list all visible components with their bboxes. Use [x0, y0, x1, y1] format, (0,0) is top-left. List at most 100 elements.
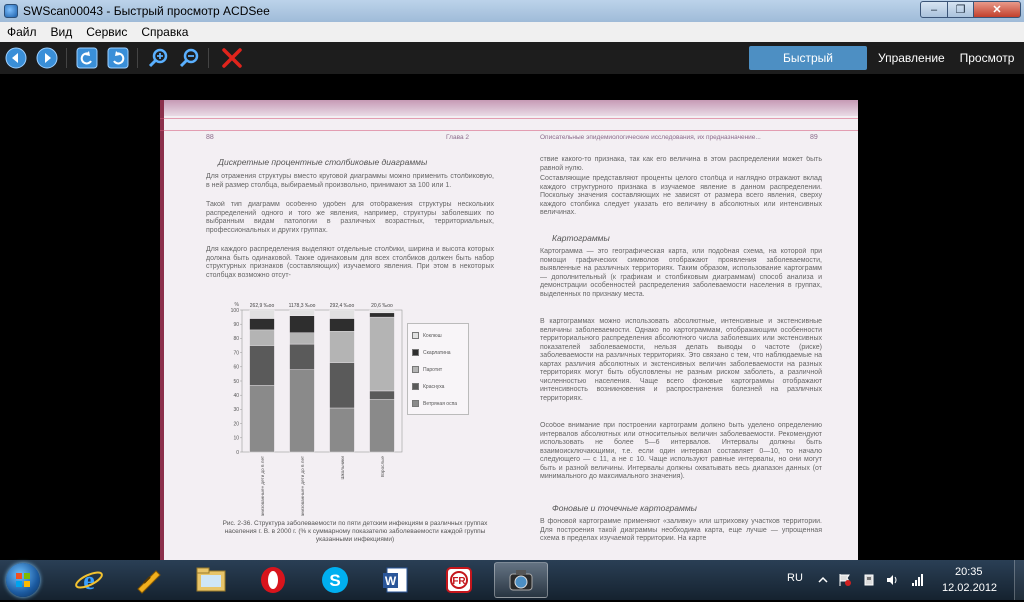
- bar-segment: [369, 399, 395, 453]
- scanned-image: 88 Глава 2 Дискретные процентные столбик…: [160, 100, 858, 560]
- left-paragraph: Для каждого распределения выделяют отдел…: [206, 246, 494, 279]
- language-indicator[interactable]: RU: [787, 572, 803, 584]
- zoom-in-icon[interactable]: [146, 46, 170, 70]
- y-tick-label: 30: [233, 407, 239, 413]
- legend-item: Ветряная оспа: [412, 400, 457, 407]
- volume-icon[interactable]: [885, 573, 899, 587]
- svg-text:W: W: [385, 574, 397, 588]
- clock-time[interactable]: 20:35: [955, 566, 983, 578]
- legend-swatch: [412, 383, 419, 390]
- bar-segment: [329, 407, 355, 453]
- menu-view[interactable]: Вид: [44, 22, 80, 42]
- minimize-button[interactable]: –: [920, 1, 948, 18]
- close-button[interactable]: ✕: [973, 1, 1021, 18]
- back-arrow-icon[interactable]: [4, 46, 28, 70]
- maximize-button[interactable]: ❐: [947, 1, 974, 18]
- bar-total-label: 262,9 ‰оо: [250, 303, 275, 309]
- legend-item: Паротит: [412, 366, 442, 373]
- y-tick-label: 100: [231, 308, 240, 314]
- tab-view[interactable]: Просмотр: [951, 46, 1023, 70]
- opera-icon[interactable]: [246, 562, 300, 598]
- y-tick-label: 50: [233, 379, 239, 385]
- right-paragraph: Картограмма — это географическая карта, …: [540, 248, 822, 298]
- rotate-right-icon[interactable]: [106, 46, 130, 70]
- toolbar-separator: [66, 48, 67, 68]
- bar-segment: [329, 309, 355, 319]
- bar-segment: [289, 369, 315, 453]
- bar-segment: [369, 316, 395, 392]
- scan-top-band: [160, 100, 858, 116]
- scan-artifact-line: [160, 130, 858, 131]
- window-title: SWScan00043 - Быстрый просмотр ACDSee: [23, 4, 270, 18]
- toolbar-separator: [208, 48, 209, 68]
- finereader-icon[interactable]: FR: [432, 562, 486, 598]
- file-explorer-icon[interactable]: [184, 562, 238, 598]
- menu-help[interactable]: Справка: [134, 22, 195, 42]
- title-bar: SWScan00043 - Быстрый просмотр ACDSee – …: [0, 0, 1024, 22]
- bar-segment: [329, 362, 355, 409]
- y-unit-label: %: [235, 302, 240, 308]
- start-button[interactable]: [3, 561, 43, 599]
- clock-date[interactable]: 12.02.2012: [942, 582, 997, 594]
- legend-label: Коклюш: [423, 332, 442, 339]
- acdsee-app-icon: [4, 4, 18, 18]
- bar-total-label: 292,4 ‰оо: [330, 303, 355, 309]
- svg-text:S: S: [329, 571, 340, 590]
- toolbar-separator: [137, 48, 138, 68]
- acdsee-taskbar-icon[interactable]: [494, 562, 548, 598]
- tab-quick-view[interactable]: Быстрый просмотр: [749, 46, 867, 89]
- left-paragraph: Для отражения структуры вместо круговой …: [206, 173, 494, 189]
- y-tick-label: 70: [233, 350, 239, 356]
- show-desktop-button[interactable]: [1014, 560, 1024, 600]
- legend-label: Ветряная оспа: [423, 400, 458, 407]
- internet-explorer-icon[interactable]: e: [62, 562, 116, 598]
- forward-arrow-icon[interactable]: [35, 46, 59, 70]
- image-viewer[interactable]: 88 Глава 2 Дискретные процентные столбик…: [0, 74, 1024, 560]
- rotate-left-icon[interactable]: [75, 46, 99, 70]
- bar-segment: [369, 390, 395, 400]
- y-tick-label: 80: [233, 336, 239, 342]
- legend-label: Краснуха: [423, 383, 445, 390]
- device-icon[interactable]: [862, 573, 876, 587]
- show-hidden-icons-icon[interactable]: [816, 573, 830, 587]
- network-icon[interactable]: [910, 573, 924, 587]
- legend-label: Скарлатина: [423, 349, 451, 356]
- right-running-head: Описательные эпидемиологические исследов…: [540, 134, 761, 141]
- figure-caption: Рис. 2-36. Структура заболеваемости по п…: [222, 520, 488, 543]
- bar-segment: [249, 329, 275, 346]
- right-page-number: 89: [810, 134, 818, 141]
- zoom-out-icon[interactable]: [177, 46, 201, 70]
- skype-icon[interactable]: S: [308, 562, 362, 598]
- bar-segment: [249, 345, 275, 386]
- menu-file[interactable]: Файл: [0, 22, 44, 42]
- action-center-flag-icon[interactable]: [838, 573, 852, 587]
- right-section-heading: Фоновые и точечные картограммы: [552, 503, 697, 513]
- bar-segment: [329, 318, 355, 332]
- left-running-head: Глава 2: [446, 134, 469, 141]
- word-icon[interactable]: W: [369, 562, 423, 598]
- bar-segment: [289, 309, 315, 316]
- ftp-client-icon[interactable]: [122, 562, 176, 598]
- y-tick-label: 0: [236, 450, 239, 456]
- y-tick-label: 40: [233, 393, 239, 399]
- scan-artifact-line: [160, 118, 858, 119]
- y-tick-label: 20: [233, 421, 239, 427]
- bar-segment: [369, 312, 395, 318]
- windows-logo-icon: [6, 563, 40, 597]
- left-section-heading: Дискретные процентные столбиковые диагра…: [218, 157, 428, 167]
- right-paragraph: Составляющие представляют проценты целог…: [540, 175, 822, 216]
- bar-segment: [249, 385, 275, 453]
- bar-segment: [329, 331, 355, 363]
- tab-manage[interactable]: Управление: [870, 46, 950, 70]
- menu-service[interactable]: Сервис: [79, 22, 134, 42]
- x-category-label: Школьники: [340, 456, 345, 480]
- bar-segment: [289, 332, 315, 345]
- delete-icon[interactable]: [220, 46, 244, 70]
- legend-item: Скарлатина: [412, 349, 451, 356]
- bar-total-label: 20,6 ‰оо: [371, 303, 393, 309]
- legend-swatch: [412, 400, 419, 407]
- legend-swatch: [412, 349, 419, 356]
- x-category-label: Взрослые: [380, 456, 385, 478]
- x-category-label: «Организованные» дети до 6 лет: [300, 455, 305, 516]
- bar-segment: [249, 318, 275, 331]
